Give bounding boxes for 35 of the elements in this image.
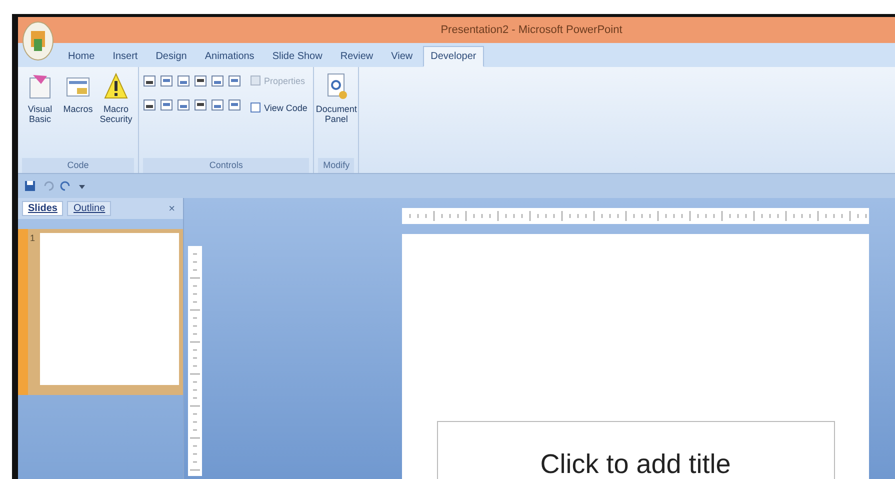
slide-number: 1 (29, 233, 36, 245)
window-title: Presentation2 - Microsoft PowerPoint (440, 24, 622, 36)
placeholder-text: Click to add title (540, 450, 731, 479)
ribbon-tab[interactable]: View (383, 46, 421, 67)
ribbon-tab[interactable]: Insert (104, 46, 146, 67)
warning-icon (103, 72, 129, 100)
ribbon-command[interactable]: View Code (248, 101, 310, 114)
command-icon (250, 75, 261, 86)
close-button[interactable]: × (164, 202, 179, 214)
group-label: Modify (318, 158, 354, 173)
ribbon-button[interactable]: Visual Basic (22, 70, 58, 158)
control-icon[interactable] (194, 74, 207, 88)
control-icon[interactable] (143, 98, 156, 112)
code-window-icon (27, 72, 53, 100)
slide-thumbnail-row[interactable]: 1 (18, 229, 183, 395)
control-icon[interactable] (143, 74, 156, 88)
pane-tab[interactable]: Slides (22, 201, 64, 216)
ribbon-tab[interactable]: Review (332, 46, 382, 67)
ribbon-tab[interactable]: Animations (196, 46, 262, 67)
control-icon[interactable] (194, 98, 207, 112)
pane-tab[interactable]: Outline (67, 201, 112, 216)
title-placeholder[interactable]: Click to add title (436, 421, 834, 479)
ribbon-tab[interactable]: Slide Show (264, 46, 330, 67)
ribbon-tab[interactable]: Home (60, 46, 103, 67)
save-icon[interactable] (24, 180, 36, 192)
group-label: Code (22, 158, 134, 173)
slide-thumbnail[interactable] (40, 233, 179, 385)
command-icon (250, 102, 261, 113)
ribbon-button[interactable]: Document Panel (318, 70, 354, 158)
group-label: Controls (143, 158, 310, 173)
redo-icon[interactable] (60, 180, 72, 192)
ribbon-button[interactable]: Macros (60, 70, 96, 158)
ribbon-tab[interactable]: Design (148, 46, 195, 67)
ribbon-tab[interactable]: Developer (422, 46, 484, 67)
ribbon-button[interactable]: Macro Security (98, 70, 134, 158)
